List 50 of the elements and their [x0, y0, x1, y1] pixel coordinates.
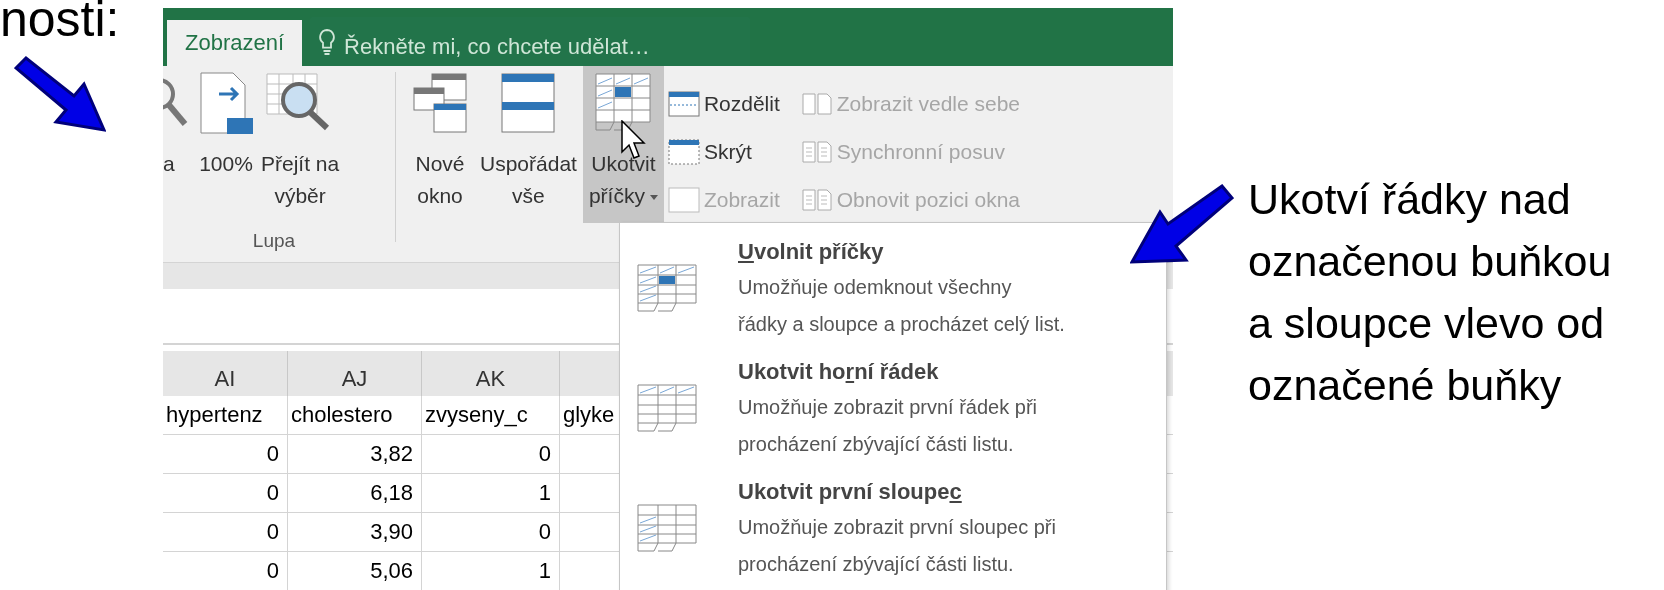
column-header[interactable]: AI	[163, 351, 288, 396]
tell-me-field[interactable]: Řekněte mi, co chcete udělat…	[344, 27, 745, 67]
column-header[interactable]: AK	[422, 351, 560, 396]
ribbon-button[interactable]: Přejít na výběr	[257, 66, 344, 230]
windows-icon	[412, 72, 468, 134]
table-cell: 0	[163, 552, 288, 590]
ribbon-button[interactable]: Rozdělit	[663, 82, 784, 126]
annotation-text: Ukotví řádky nad označenou buňkou a sloupce vlevo od označené buňky	[1248, 174, 1612, 411]
table-cell: 5,06	[288, 552, 422, 590]
table-cell: 1	[422, 474, 560, 512]
freeze-grid-icon	[636, 383, 698, 435]
table-cell: zvyseny_c	[422, 396, 560, 434]
side-by-side-icon	[800, 187, 833, 213]
ribbon-button[interactable]: 100%	[195, 66, 257, 230]
menu-item[interactable]: Ukotvit první sloupec Umožňuje zobrazit první sloupec při procházení zbývající části listu.	[620, 469, 1166, 589]
ribbon-tab[interactable]: Zobrazení	[167, 20, 303, 66]
slide-text: nosti:	[0, 0, 120, 48]
tell-me-bar[interactable]: Řekněte mi, co chcete udělat…	[310, 17, 751, 67]
table-cell: 1	[422, 552, 560, 590]
side-by-side-icon	[800, 91, 833, 117]
page-zoom-icon	[199, 72, 253, 134]
arrow-icon	[14, 56, 106, 132]
table-cell: 3,90	[288, 513, 422, 551]
window-pane-icon	[667, 139, 700, 165]
column-header[interactable]: AJ	[288, 351, 422, 396]
table-cell: 0	[422, 435, 560, 473]
table-cell: 0	[422, 513, 560, 551]
table-cell: 6,18	[288, 474, 422, 512]
ribbon-button[interactable]: Nové okno	[406, 66, 474, 216]
freeze-grid-icon	[636, 503, 698, 555]
arrow-icon	[1130, 184, 1234, 266]
table-cell: 0	[163, 474, 288, 512]
table-cell: 3,82	[288, 435, 422, 473]
stacked-windows-icon	[500, 72, 557, 134]
menu-item[interactable]: Uvolnit příčky Umožňuje odemknout všechny řádky a sloupce a procházet celý list.	[620, 229, 1166, 349]
group-label: Lupa	[251, 230, 297, 253]
freeze-grid-icon	[636, 263, 698, 315]
freeze-grid-icon	[594, 72, 653, 134]
lightbulb-icon	[318, 28, 337, 56]
table-cell: cholestero	[288, 396, 422, 434]
ribbon-button[interactable]: a	[163, 66, 195, 230]
table-cell: hypertenz	[163, 396, 288, 434]
side-by-side-icon	[800, 139, 833, 165]
ribbon-button[interactable]: Uspořádat vše	[474, 66, 583, 216]
window-pane-icon	[667, 187, 700, 213]
table-cell: 0	[163, 513, 288, 551]
ribbon-button[interactable]: Skrýt	[663, 130, 784, 174]
ribbon-button[interactable]: Ukotvit příčky	[582, 66, 664, 223]
table-cell: 0	[163, 435, 288, 473]
window-pane-icon	[667, 91, 700, 117]
